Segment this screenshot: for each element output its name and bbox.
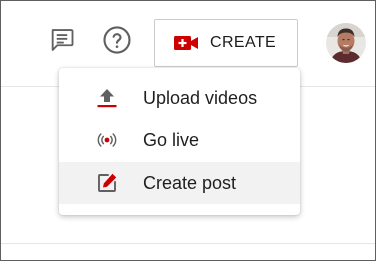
help-circle-icon — [102, 25, 132, 60]
create-button[interactable]: CREATE — [154, 19, 298, 67]
message-square-icon — [48, 26, 76, 59]
menu-item-upload-videos[interactable]: Upload videos — [59, 77, 300, 119]
edit-square-icon — [95, 171, 119, 195]
broadcast-icon — [95, 128, 119, 152]
create-menu: Upload videos Go live Create post — [59, 68, 300, 215]
avatar[interactable] — [326, 23, 366, 63]
help-button[interactable] — [100, 25, 134, 59]
menu-item-go-live[interactable]: Go live — [59, 119, 300, 161]
menu-item-label: Create post — [143, 172, 237, 193]
create-button-label: CREATE — [210, 34, 277, 51]
menu-item-create-post[interactable]: Create post — [59, 162, 300, 204]
feedback-button[interactable] — [45, 25, 79, 59]
content-divider — [1, 243, 375, 244]
app-frame: CREATE Upload videos Go live Create post — [0, 0, 376, 261]
video-camera-plus-icon — [174, 35, 198, 51]
menu-item-label: Go live — [143, 129, 200, 150]
upload-icon — [95, 86, 119, 110]
menu-item-label: Upload videos — [143, 87, 258, 108]
